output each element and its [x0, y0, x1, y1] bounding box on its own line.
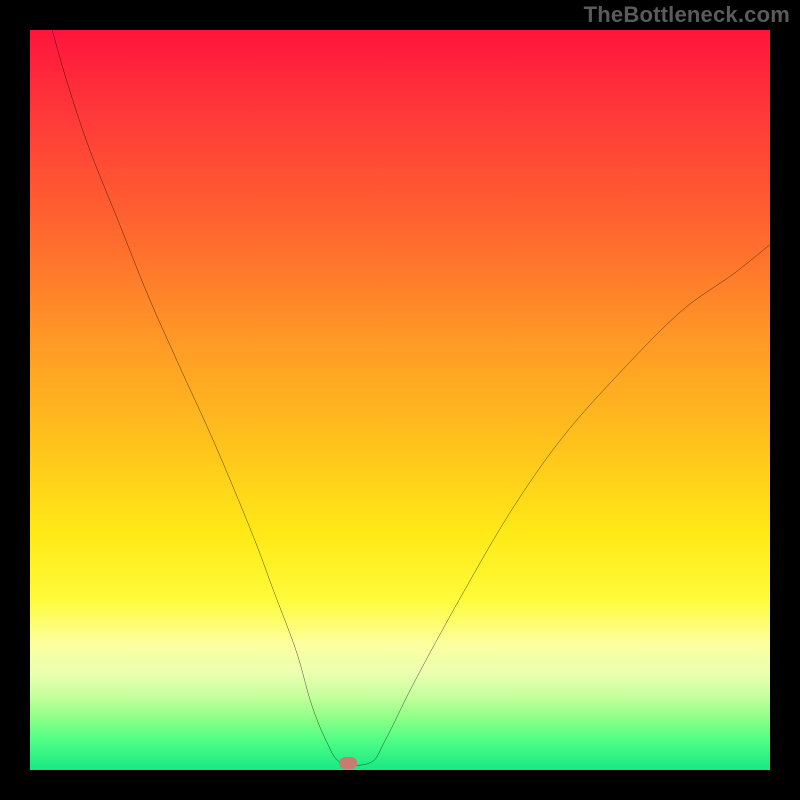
- attribution-label: TheBottleneck.com: [584, 2, 790, 28]
- plot-area: [30, 30, 770, 770]
- chart-frame: TheBottleneck.com: [0, 0, 800, 800]
- bottleneck-curve: [30, 30, 770, 770]
- optimal-marker-icon: [339, 757, 357, 769]
